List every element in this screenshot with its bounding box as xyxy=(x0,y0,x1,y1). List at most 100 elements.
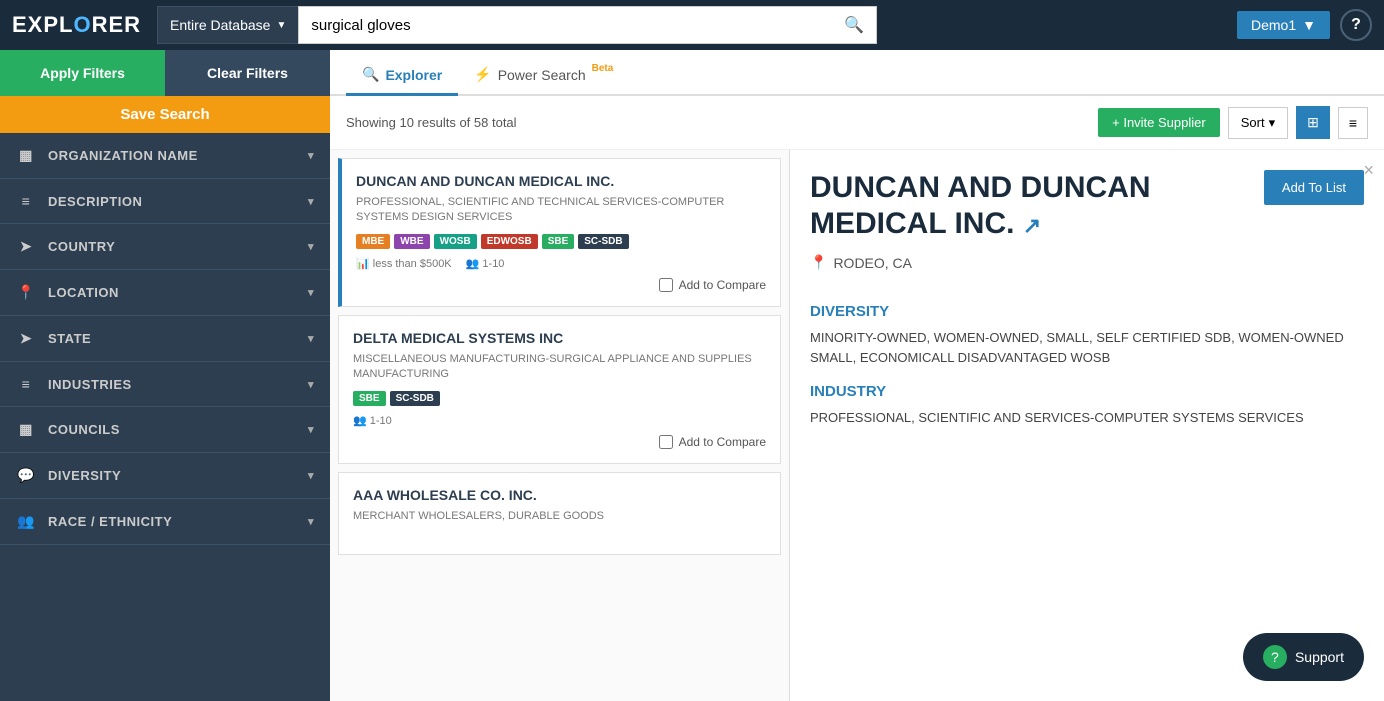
race-ethnicity-icon: 👥 xyxy=(16,513,36,530)
content-area: 🔍 Explorer ⚡ Power Search Beta Showing 1… xyxy=(330,50,1384,701)
save-search-label: Save Search xyxy=(120,106,209,123)
apply-filters-label: Apply Filters xyxy=(40,65,125,81)
sidebar-item-org-name[interactable]: ▦ ORGANIZATION NAME ▾ xyxy=(0,133,330,179)
results-count: Showing 10 results of 58 total xyxy=(346,115,517,130)
country-label: COUNTRY xyxy=(48,239,308,254)
state-label: STATE xyxy=(48,331,308,346)
chevron-down-icon-6: ▾ xyxy=(308,378,314,391)
sort-arrow-icon: ▾ xyxy=(1269,115,1276,131)
chevron-down-icon-3: ▾ xyxy=(308,240,314,253)
tabs-bar: 🔍 Explorer ⚡ Power Search Beta xyxy=(330,50,1384,96)
help-button[interactable]: ? xyxy=(1340,9,1372,41)
sidebar-item-description[interactable]: ≡ DESCRIPTION ▾ xyxy=(0,179,330,224)
nav-right: Demo1 ▼ ? xyxy=(1237,9,1372,41)
db-select-arrow: ▼ xyxy=(276,20,286,31)
badge-sc-sdb: SC-SDB xyxy=(578,234,628,249)
beta-label: Beta xyxy=(592,63,614,74)
card-title-3: AAA WHOLESALE CO. INC. xyxy=(353,487,766,503)
pin-icon: 📍 xyxy=(810,254,827,271)
card-footer-2: Add to Compare xyxy=(353,435,766,449)
compare-checkbox-2[interactable] xyxy=(659,435,673,449)
sidebar-item-councils[interactable]: ▦ COUNCILS ▾ xyxy=(0,407,330,453)
power-search-tab-icon: ⚡ xyxy=(474,66,491,83)
sidebar-item-diversity[interactable]: 💬 DIVERSITY ▾ xyxy=(0,453,330,499)
location-label: LOCATION xyxy=(48,285,308,300)
logo-o: O xyxy=(73,12,91,37)
search-input[interactable] xyxy=(299,9,832,42)
diversity-text: MINORITY-OWNED, WOMEN-OWNED, SMALL, SELF… xyxy=(810,328,1364,367)
employees-icon: 👥 1-10 xyxy=(466,257,505,270)
chevron-down-icon-2: ▾ xyxy=(308,195,314,208)
results-header: Showing 10 results of 58 total + Invite … xyxy=(330,96,1384,150)
badge-sc-sdb-2: SC-SDB xyxy=(390,391,440,406)
user-arrow-icon: ▼ xyxy=(1302,17,1316,33)
card-badges-2: SBE SC-SDB xyxy=(353,391,766,406)
org-name-label: ORGANIZATION NAME xyxy=(48,148,308,163)
location-icon: 📍 xyxy=(16,284,36,301)
sidebar-item-race-ethnicity[interactable]: 👥 RACE / ETHNICITY ▾ xyxy=(0,499,330,545)
revenue-icon: 📊 less than $500K xyxy=(356,257,452,270)
close-icon: × xyxy=(1363,160,1374,180)
user-label: Demo1 xyxy=(1251,17,1296,33)
result-card-1[interactable]: DUNCAN AND DUNCAN MEDICAL INC. PROFESSIO… xyxy=(338,158,781,307)
database-select[interactable]: Entire Database ▼ xyxy=(157,6,298,44)
card-meta-2: 👥 1-10 xyxy=(353,414,766,427)
result-card-2[interactable]: DELTA MEDICAL SYSTEMS INC MISCELLANEOUS … xyxy=(338,315,781,464)
building-icon: ▦ xyxy=(16,147,36,164)
card-meta-1: 📊 less than $500K 👥 1-10 xyxy=(356,257,766,270)
race-ethnicity-label: RACE / ETHNICITY xyxy=(48,514,308,529)
support-icon: ? xyxy=(1263,645,1287,669)
card-desc-2: MISCELLANEOUS MANUFACTURING-SURGICAL APP… xyxy=(353,352,766,383)
user-menu-button[interactable]: Demo1 ▼ xyxy=(1237,11,1330,39)
diversity-section-title: DIVERSITY xyxy=(810,303,1364,320)
card-desc-3: MERCHANT WHOLESALERS, DURABLE GOODS xyxy=(353,509,766,524)
card-badges-1: MBE WBE WOSB EDWOSB SBE SC-SDB xyxy=(356,234,766,249)
sidebar-item-industries[interactable]: ≡ INDUSTRIES ▾ xyxy=(0,362,330,407)
badge-sbe-2: SBE xyxy=(353,391,386,406)
detail-panel: × Add To List DUNCAN AND DUNCAN MEDICAL … xyxy=(790,150,1384,701)
result-card-3[interactable]: AAA WHOLESALE CO. INC. MERCHANT WHOLESAL… xyxy=(338,472,781,555)
location-text: RODEO, CA xyxy=(833,255,912,271)
clear-filters-label: Clear Filters xyxy=(207,65,288,81)
results-actions: + Invite Supplier Sort ▾ ⊞ ≡ xyxy=(1098,106,1368,139)
sort-button[interactable]: Sort ▾ xyxy=(1228,107,1288,139)
compare-checkbox-1[interactable] xyxy=(659,278,673,292)
list-icon: ≡ xyxy=(1349,115,1357,131)
add-to-list-button[interactable]: Add To List xyxy=(1264,170,1364,205)
sidebar-item-country[interactable]: ➤ COUNTRY ▾ xyxy=(0,224,330,270)
card-title-2: DELTA MEDICAL SYSTEMS INC xyxy=(353,330,766,346)
chevron-down-icon-7: ▾ xyxy=(308,423,314,436)
grid-view-button[interactable]: ⊞ xyxy=(1296,106,1330,139)
sidebar-item-location[interactable]: 📍 LOCATION ▾ xyxy=(0,270,330,316)
search-button[interactable]: 🔍 xyxy=(832,7,876,43)
search-input-wrap: 🔍 xyxy=(298,6,877,44)
invite-supplier-button[interactable]: + Invite Supplier xyxy=(1098,108,1220,137)
support-button[interactable]: ? Support xyxy=(1243,633,1364,681)
chevron-down-icon-4: ▾ xyxy=(308,286,314,299)
external-link-icon[interactable]: ↗ xyxy=(1023,213,1041,238)
country-icon: ➤ xyxy=(16,238,36,255)
employees-2-icon: 👥 1-10 xyxy=(353,414,392,427)
tab-explorer-label: Explorer xyxy=(385,67,442,83)
state-icon: ➤ xyxy=(16,330,36,347)
apply-filters-button[interactable]: Apply Filters xyxy=(0,50,165,96)
clear-filters-button[interactable]: Clear Filters xyxy=(165,50,330,96)
description-icon: ≡ xyxy=(16,193,36,209)
search-tab-icon: 🔍 xyxy=(362,66,379,83)
results-list: DUNCAN AND DUNCAN MEDICAL INC. PROFESSIO… xyxy=(330,150,790,701)
detail-close-button[interactable]: × xyxy=(1363,160,1374,181)
detail-title-text: DUNCAN AND DUNCAN MEDICAL INC. xyxy=(810,171,1151,240)
support-label: Support xyxy=(1295,649,1344,665)
save-search-button[interactable]: Save Search xyxy=(0,96,330,133)
compare-label-1: Add to Compare xyxy=(679,278,766,292)
sidebar-item-state[interactable]: ➤ STATE ▾ xyxy=(0,316,330,362)
tab-power-search[interactable]: ⚡ Power Search Beta xyxy=(458,56,629,96)
industry-text: PROFESSIONAL, SCIENTIFIC AND SERVICES-CO… xyxy=(810,408,1364,428)
list-view-button[interactable]: ≡ xyxy=(1338,107,1368,139)
grid-icon: ⊞ xyxy=(1307,114,1319,130)
app-logo: EXPLORER xyxy=(12,12,141,38)
industries-label: INDUSTRIES xyxy=(48,377,308,392)
badge-wbe: WBE xyxy=(394,234,429,249)
main-layout: Apply Filters Clear Filters Save Search … xyxy=(0,50,1384,701)
tab-explorer[interactable]: 🔍 Explorer xyxy=(346,56,458,96)
